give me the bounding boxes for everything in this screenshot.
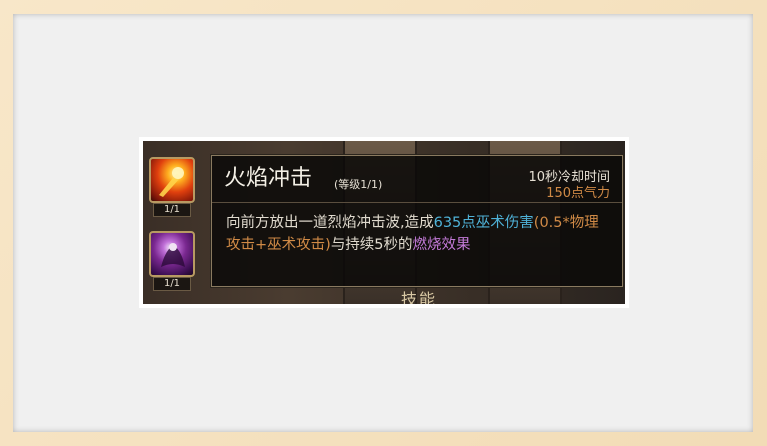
skill-slot-dark[interactable]: 1/1 xyxy=(147,229,197,293)
screenshot-card: 1/1 1/1 火焰冲击 (等级1/1) 10秒冷却时间 150点气力 向前方放… xyxy=(139,137,629,308)
skill-name: 火焰冲击 xyxy=(224,166,313,191)
dark-crow-icon xyxy=(149,231,195,277)
game-view: 1/1 1/1 火焰冲击 (等级1/1) 10秒冷却时间 150点气力 向前方放… xyxy=(143,141,625,304)
desc-damage: 635点巫术伤害 xyxy=(433,215,534,231)
fire-blast-icon xyxy=(149,157,195,203)
desc-effect: 燃烧效果 xyxy=(412,237,471,253)
desc-text: 向前方放出一道烈焰冲击波,造成 xyxy=(226,215,434,231)
skills-tab-label[interactable]: 技能 xyxy=(401,286,437,304)
skill-count: 1/1 xyxy=(153,203,191,217)
desc-text: 与持续5秒的 xyxy=(330,237,413,253)
fire-blast-graphic xyxy=(159,167,184,197)
skill-cost: 150点气力 xyxy=(546,186,610,201)
dark-crow-graphic xyxy=(161,243,185,267)
skill-slot-fire[interactable]: 1/1 xyxy=(147,155,197,219)
tooltip-header: 火焰冲击 (等级1/1) 10秒冷却时间 150点气力 xyxy=(212,156,622,203)
skill-level: (等级1/1) xyxy=(334,178,383,191)
skill-count: 1/1 xyxy=(153,277,191,291)
skill-tooltip: 火焰冲击 (等级1/1) 10秒冷却时间 150点气力 向前方放出一道烈焰冲击波… xyxy=(211,155,623,287)
skill-description: 向前方放出一道烈焰冲击波,造成635点巫术伤害(0.5*物理攻击+巫术攻击)与持… xyxy=(226,212,612,256)
